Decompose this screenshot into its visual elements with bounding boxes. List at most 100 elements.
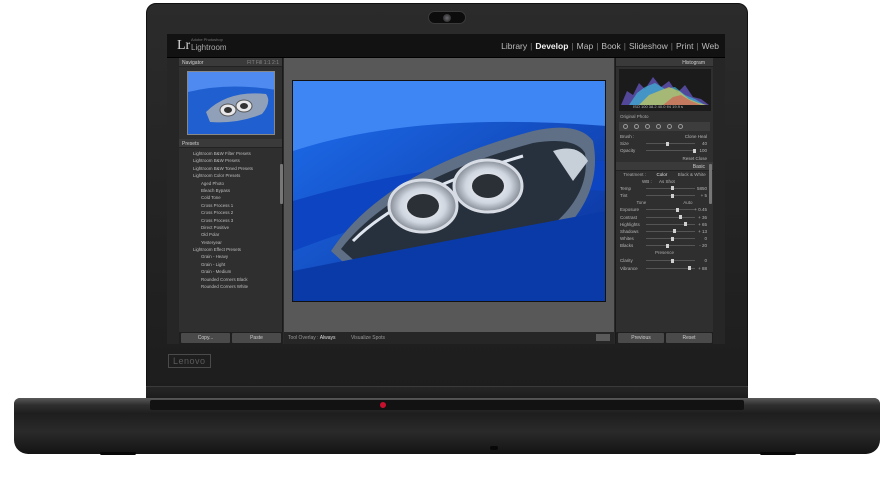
adjustment-slider[interactable] xyxy=(646,258,695,263)
size-value[interactable]: 40 xyxy=(702,140,707,147)
slider-value[interactable]: - 20 xyxy=(699,242,707,249)
visualize-spots-toggle[interactable]: Visualize Spots xyxy=(351,335,385,341)
adjustment-slider[interactable] xyxy=(646,266,695,271)
wb-value[interactable]: As Shot xyxy=(659,179,675,184)
paste-button[interactable]: Paste xyxy=(232,333,281,343)
presets-title: Presets xyxy=(182,141,199,147)
module-book[interactable]: Book xyxy=(601,41,620,51)
slider-value[interactable]: 0 xyxy=(704,235,707,242)
left-panel-scrollbar[interactable] xyxy=(280,164,283,204)
main-photo[interactable] xyxy=(292,80,606,302)
module-map[interactable]: Map xyxy=(577,41,594,51)
tint-value[interactable]: + 5 xyxy=(701,192,707,199)
adjustment-slider[interactable] xyxy=(646,243,695,248)
navigator-header[interactable]: Navigator FIT Fill 1:1 2:1 xyxy=(179,58,282,67)
preset-item[interactable]: Rounded Corners Black xyxy=(179,276,282,283)
opacity-value[interactable]: 100 xyxy=(699,147,707,154)
module-picker: Library | Develop | Map | Book | Slidesh… xyxy=(501,41,719,51)
temp-value[interactable]: 5850 xyxy=(697,185,707,192)
adjustment-brush-icon[interactable] xyxy=(678,124,683,129)
preset-item[interactable]: Grain - Light xyxy=(179,261,282,268)
adjustment-slider[interactable] xyxy=(646,222,695,227)
basic-header[interactable]: Basic xyxy=(616,161,713,171)
preset-folder[interactable]: Lightroom Effect Presets xyxy=(179,246,282,253)
slider-knob[interactable] xyxy=(673,229,677,234)
tool-overlay-select[interactable]: Always xyxy=(320,335,336,341)
treatment-bw[interactable]: Black & White xyxy=(678,172,706,177)
slider-value[interactable]: + 36 xyxy=(698,214,707,221)
slider-value[interactable]: 0 xyxy=(704,257,707,264)
preset-item[interactable]: Rounded Corners White xyxy=(179,283,282,290)
slider-value[interactable]: + 88 xyxy=(698,265,707,272)
image-canvas: Tool Overlay : Always Visualize Spots xyxy=(284,58,614,344)
preset-folder[interactable]: Lightroom B&W Filter Presets xyxy=(179,150,282,157)
preset-folder[interactable]: Lightroom B&W Presets xyxy=(179,157,282,164)
opacity-row: Opacity 100 xyxy=(616,147,713,154)
slider-knob[interactable] xyxy=(670,236,674,241)
reset-button[interactable]: Reset xyxy=(666,333,712,343)
slider-value[interactable]: + 65 xyxy=(698,221,707,228)
slider-value[interactable]: + 0.45 xyxy=(694,206,707,213)
previous-button[interactable]: Previous xyxy=(618,333,664,343)
preset-folder[interactable]: Lightroom Color Presets xyxy=(179,172,282,179)
brush-options[interactable]: Clone Heal xyxy=(685,133,707,140)
adjustment-slider[interactable] xyxy=(646,236,695,241)
preset-folder[interactable]: Lightroom B&W Toned Presets xyxy=(179,165,282,172)
tint-slider-knob[interactable] xyxy=(671,193,675,198)
radial-filter-icon[interactable] xyxy=(667,124,672,129)
preset-item[interactable]: Direct Positive xyxy=(179,224,282,231)
preset-item[interactable]: Cold Tone xyxy=(179,194,282,201)
slider-knob[interactable] xyxy=(670,258,674,263)
opacity-slider-knob[interactable] xyxy=(693,148,697,153)
left-panel-toggle[interactable] xyxy=(167,58,179,344)
treatment-color[interactable]: Color xyxy=(657,172,668,177)
slider-knob[interactable] xyxy=(665,243,669,248)
navigator-preview[interactable] xyxy=(187,71,275,135)
reset-close-buttons[interactable]: Reset Close xyxy=(682,155,707,162)
navigator-zoom-options[interactable]: FIT Fill 1:1 2:1 xyxy=(247,60,279,66)
adjustment-slider[interactable] xyxy=(646,229,695,234)
presets-header[interactable]: Presets xyxy=(179,139,282,148)
temp-slider-knob[interactable] xyxy=(670,186,674,191)
tone-auto-button[interactable]: Auto xyxy=(683,200,692,205)
preset-item[interactable]: Grain - Medium xyxy=(179,268,282,275)
module-library[interactable]: Library xyxy=(501,41,527,51)
module-develop[interactable]: Develop xyxy=(535,41,568,51)
slider-knob[interactable] xyxy=(679,215,683,219)
slider-knob[interactable] xyxy=(676,207,680,212)
size-slider[interactable] xyxy=(646,141,695,146)
histogram: ISO 100 38.2 40.0 f/4 19.9 s xyxy=(619,69,711,111)
preset-item[interactable]: Aged Photo xyxy=(179,180,282,187)
temp-slider[interactable] xyxy=(646,186,695,191)
preset-item[interactable]: Yesteryear xyxy=(179,239,282,246)
preset-item[interactable]: Grain - Heavy xyxy=(179,253,282,260)
module-web[interactable]: Web xyxy=(702,41,719,51)
adjustment-slider[interactable] xyxy=(646,207,695,212)
right-panel-scrollbar[interactable] xyxy=(709,164,712,204)
tint-slider[interactable] xyxy=(646,193,695,198)
preset-item[interactable]: Cross Process 2 xyxy=(179,209,282,216)
toolbar-done-button[interactable] xyxy=(596,334,610,341)
preset-item[interactable]: Cross Process 3 xyxy=(179,217,282,224)
module-print[interactable]: Print xyxy=(676,41,693,51)
module-slideshow[interactable]: Slideshow xyxy=(629,41,668,51)
histogram-header[interactable]: Histogram xyxy=(616,58,713,67)
slider-knob[interactable] xyxy=(684,222,688,227)
slider-value[interactable]: + 13 xyxy=(698,228,707,235)
preset-item[interactable]: Cross Process 1 xyxy=(179,202,282,209)
opacity-slider[interactable] xyxy=(646,148,697,153)
preset-item[interactable]: Old Polar xyxy=(179,231,282,238)
module-separator: | xyxy=(530,41,533,51)
preset-item[interactable]: Bleach Bypass xyxy=(179,187,282,194)
size-slider-knob[interactable] xyxy=(665,141,669,146)
module-separator: | xyxy=(670,41,673,51)
graduated-filter-icon[interactable] xyxy=(656,124,661,129)
adjustment-slider[interactable] xyxy=(646,215,695,219)
right-panel-toggle[interactable] xyxy=(713,58,725,344)
red-eye-icon[interactable] xyxy=(645,124,650,129)
crop-tool-icon[interactable] xyxy=(623,124,628,129)
spot-removal-icon[interactable] xyxy=(634,124,639,129)
slider-knob[interactable] xyxy=(688,266,692,271)
copy-button[interactable]: Copy... xyxy=(181,333,230,343)
original-photo-checkbox[interactable]: Original Photo xyxy=(616,113,713,120)
